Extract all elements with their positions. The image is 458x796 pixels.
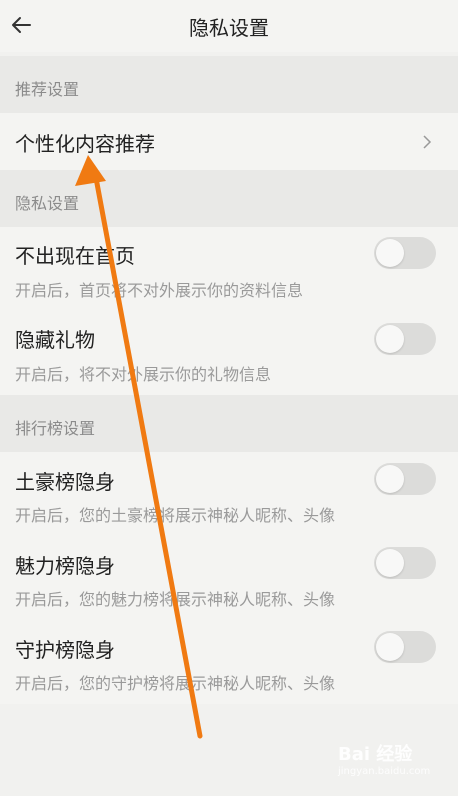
- rich-list-invisible-toggle[interactable]: [374, 463, 436, 495]
- row-title: 魅力榜隐身: [15, 554, 115, 578]
- section-header-privacy: 隐私设置: [0, 170, 458, 227]
- rich-list-invisible-row: 土豪榜隐身 开启后，您的土豪榜将展示神秘人昵称、头像: [0, 452, 458, 536]
- toggle-knob: [376, 549, 404, 577]
- toggle-knob: [376, 325, 404, 353]
- page-title: 隐私设置: [189, 16, 269, 40]
- section-header-ranking: 排行榜设置: [0, 395, 458, 452]
- charm-list-invisible-row: 魅力榜隐身 开启后，您的魅力榜将展示神秘人昵称、头像: [0, 536, 458, 620]
- toggle-knob: [376, 465, 404, 493]
- row-subtitle: 开启后，您的守护榜将展示神秘人昵称、头像: [15, 674, 336, 693]
- section-header-recommend: 推荐设置: [0, 56, 458, 113]
- watermark-sub: jingyan.baidu.com: [338, 766, 431, 777]
- toggle-knob: [376, 239, 404, 267]
- guard-list-invisible-row: 守护榜隐身 开启后，您的守护榜将展示神秘人昵称、头像: [0, 620, 458, 704]
- hide-gifts-row: 隐藏礼物 开启后，将不对外展示你的礼物信息: [0, 311, 458, 395]
- hide-gifts-toggle[interactable]: [374, 323, 436, 355]
- section-label: 隐私设置: [15, 194, 80, 213]
- row-title: 守护榜隐身: [15, 638, 115, 662]
- row-title: 土豪榜隐身: [15, 470, 115, 494]
- baidu-watermark: Bai 经验 jingyan.baidu.com: [338, 740, 448, 780]
- guard-list-invisible-toggle[interactable]: [374, 631, 436, 663]
- row-title: 个性化内容推荐: [15, 132, 155, 156]
- watermark-text: Bai 经验: [338, 744, 413, 765]
- row-subtitle: 开启后，您的魅力榜将展示神秘人昵称、头像: [15, 590, 336, 609]
- row-subtitle: 开启后，将不对外展示你的礼物信息: [15, 365, 272, 384]
- nav-header: 隐私设置: [0, 0, 458, 52]
- row-title: 不出现在首页: [15, 244, 135, 268]
- section-label: 推荐设置: [15, 80, 80, 99]
- row-title: 隐藏礼物: [15, 328, 95, 352]
- row-subtitle: 开启后，您的土豪榜将展示神秘人昵称、头像: [15, 506, 336, 525]
- row-subtitle: 开启后，首页将不对外展示你的资料信息: [15, 281, 304, 300]
- personalized-recommend-row[interactable]: 个性化内容推荐: [0, 113, 458, 170]
- section-label: 排行榜设置: [15, 419, 96, 438]
- charm-list-invisible-toggle[interactable]: [374, 547, 436, 579]
- chevron-right-icon: [423, 135, 432, 149]
- hide-from-home-toggle[interactable]: [374, 237, 436, 269]
- toggle-knob: [376, 633, 404, 661]
- hide-from-home-row: 不出现在首页 开启后，首页将不对外展示你的资料信息: [0, 227, 458, 311]
